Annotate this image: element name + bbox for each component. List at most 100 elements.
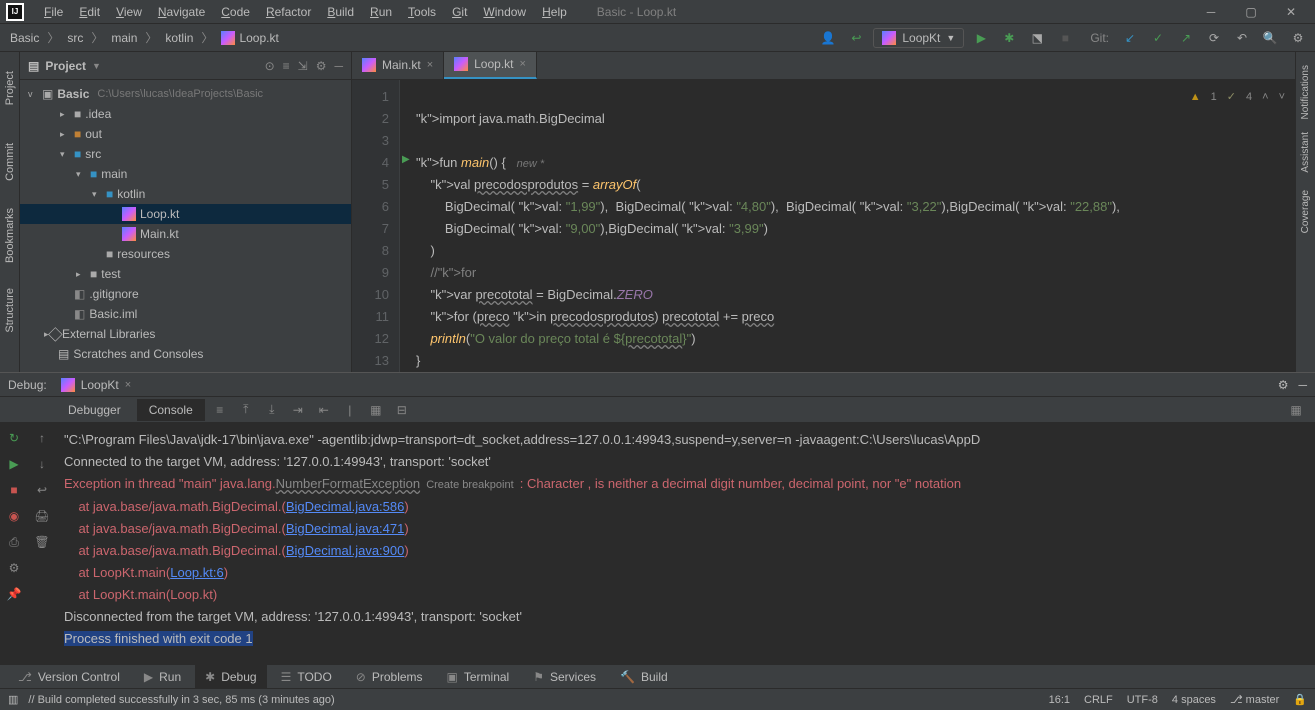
- resume-icon[interactable]: ▶: [5, 455, 23, 473]
- console-output[interactable]: "C:\Program Files\Java\jdk-17\bin\java.e…: [56, 423, 1315, 664]
- subtab-debugger[interactable]: Debugger: [56, 399, 133, 421]
- project-header[interactable]: ▤ Project ▼: [28, 59, 101, 73]
- back-icon[interactable]: ↩: [845, 27, 867, 49]
- tree-node[interactable]: ▸■out: [20, 124, 351, 144]
- collapse-all-icon[interactable]: ⇲: [298, 59, 308, 73]
- bb-todo[interactable]: ☰TODO: [271, 665, 342, 688]
- bb-terminal[interactable]: ▣Terminal: [437, 665, 520, 688]
- bb-version-control[interactable]: ⎇Version Control: [8, 665, 130, 688]
- gear-icon[interactable]: ⚙: [316, 59, 327, 73]
- menu-refactor[interactable]: Refactor: [258, 2, 319, 22]
- coverage-button[interactable]: ⬔: [1026, 27, 1048, 49]
- hide-icon[interactable]: ─: [334, 59, 343, 73]
- debug-button[interactable]: ✱: [998, 27, 1020, 49]
- maximize-button[interactable]: ▢: [1237, 2, 1265, 22]
- minimize-button[interactable]: ─: [1197, 2, 1225, 22]
- tool-bookmarks[interactable]: Bookmarks: [4, 206, 16, 266]
- crumb[interactable]: src: [63, 31, 87, 45]
- hide-icon[interactable]: ─: [1298, 378, 1307, 392]
- gear-icon[interactable]: ⚙: [1278, 378, 1289, 392]
- select-opened-icon[interactable]: ⊙: [265, 59, 275, 73]
- menu-run[interactable]: Run: [362, 2, 400, 22]
- settings-icon[interactable]: ⚙: [5, 559, 23, 577]
- menu-tools[interactable]: Tools: [400, 2, 444, 22]
- gutter[interactable]: 1234567891011121314: [352, 80, 400, 372]
- tree-node[interactable]: ▸■.idea: [20, 104, 351, 124]
- next-highlight-icon[interactable]: ˅: [1279, 86, 1285, 108]
- prev-highlight-icon[interactable]: ˄: [1262, 86, 1268, 108]
- search-icon[interactable]: 🔍: [1259, 27, 1281, 49]
- camera-icon[interactable]: ⎙: [5, 533, 23, 551]
- editor-body[interactable]: 1234567891011121314 ▶ ▲1 ✓4 ˄ ˅ "k">impo…: [352, 80, 1295, 372]
- encoding[interactable]: UTF-8: [1127, 694, 1158, 706]
- lock-icon[interactable]: 🔒: [1293, 693, 1307, 706]
- debug-toolbar-btn[interactable]: ⤒: [235, 399, 257, 421]
- run-button[interactable]: ▶: [970, 27, 992, 49]
- tool-coverage[interactable]: Coverage: [1300, 182, 1311, 242]
- up-icon[interactable]: ↑: [33, 429, 51, 447]
- menu-help[interactable]: Help: [534, 2, 575, 22]
- caret-position[interactable]: 16:1: [1049, 694, 1070, 706]
- subtab-console[interactable]: Console: [137, 399, 205, 421]
- tree-node[interactable]: Main.kt: [20, 224, 351, 244]
- line-separator[interactable]: CRLF: [1084, 694, 1113, 706]
- expand-all-icon[interactable]: ≡: [283, 59, 290, 73]
- wrap-icon[interactable]: ↩: [33, 481, 51, 499]
- tree-node[interactable]: ▾■main: [20, 164, 351, 184]
- project-tree[interactable]: v ▣ Basic C:\Users\lucas\IdeaProjects\Ba…: [20, 80, 351, 372]
- menu-build[interactable]: Build: [319, 2, 362, 22]
- menu-file[interactable]: File: [36, 2, 71, 22]
- git-rollback-icon[interactable]: ↶: [1231, 27, 1253, 49]
- close-button[interactable]: ✕: [1277, 2, 1305, 22]
- down-icon[interactable]: ↓: [33, 455, 51, 473]
- crumb[interactable]: kotlin: [161, 31, 197, 45]
- bb-debug[interactable]: ✱Debug: [195, 665, 266, 688]
- tool-notifications[interactable]: Notifications: [1300, 62, 1311, 122]
- menu-edit[interactable]: Edit: [71, 2, 108, 22]
- debug-toolbar-btn[interactable]: |: [339, 399, 361, 421]
- debug-toolbar-btn[interactable]: ⊟: [391, 399, 413, 421]
- git-push-icon[interactable]: ↗: [1175, 27, 1197, 49]
- stop-icon[interactable]: ■: [5, 481, 23, 499]
- breadcrumb[interactable]: Basic〉src〉main〉kotlin〉 Loop.kt: [6, 29, 283, 46]
- bb-build[interactable]: 🔨Build: [610, 665, 678, 688]
- menu-navigate[interactable]: Navigate: [150, 2, 213, 22]
- crumb[interactable]: Basic: [6, 31, 43, 45]
- tool-project[interactable]: Project: [4, 58, 16, 118]
- menu-git[interactable]: Git: [444, 2, 475, 22]
- close-icon[interactable]: ×: [427, 59, 433, 71]
- tree-node[interactable]: ◧.gitignore: [20, 284, 351, 304]
- git-history-icon[interactable]: ⟳: [1203, 27, 1225, 49]
- bb-run[interactable]: ▶Run: [134, 665, 191, 688]
- tool-windows-icon[interactable]: ▥: [8, 693, 18, 706]
- bb-problems[interactable]: ⊘Problems: [346, 665, 433, 688]
- tree-node[interactable]: Loop.kt: [20, 204, 351, 224]
- breakpoints-icon[interactable]: ◉: [5, 507, 23, 525]
- debug-toolbar-btn[interactable]: ⇥: [287, 399, 309, 421]
- close-icon[interactable]: ×: [125, 379, 131, 391]
- editor-tab[interactable]: Loop.kt×: [444, 52, 537, 79]
- code-content[interactable]: ▲1 ✓4 ˄ ˅ "k">import java.math.BigDecima…: [400, 80, 1295, 372]
- debug-toolbar-btn[interactable]: ⤓: [261, 399, 283, 421]
- crumb[interactable]: main: [107, 31, 141, 45]
- tree-root[interactable]: v ▣ Basic C:\Users\lucas\IdeaProjects\Ba…: [20, 84, 351, 104]
- debug-session-tab[interactable]: LoopKt ×: [51, 374, 141, 396]
- debug-toolbar-btn[interactable]: ▦: [365, 399, 387, 421]
- tree-node[interactable]: ▸■test: [20, 264, 351, 284]
- print-icon[interactable]: 🖨: [33, 507, 51, 525]
- add-user-icon[interactable]: 👤: [817, 27, 839, 49]
- menu-window[interactable]: Window: [475, 2, 534, 22]
- tool-assistant[interactable]: Assistant: [1300, 122, 1311, 182]
- indent[interactable]: 4 spaces: [1172, 694, 1216, 706]
- tool-structure[interactable]: Structure: [4, 280, 16, 340]
- git-branch[interactable]: ⎇ master: [1230, 693, 1279, 706]
- bb-services[interactable]: ⚑Services: [523, 665, 606, 688]
- crumb[interactable]: Loop.kt: [217, 31, 282, 45]
- stop-button[interactable]: ■: [1054, 27, 1076, 49]
- inspection-markers[interactable]: ▲1 ✓4 ˄ ˅: [1190, 86, 1285, 108]
- tree-node[interactable]: ▸⃟External Libraries: [20, 324, 351, 344]
- menu-view[interactable]: View: [108, 2, 150, 22]
- trash-icon[interactable]: 🗑: [33, 533, 51, 551]
- tree-node[interactable]: ▾■kotlin: [20, 184, 351, 204]
- git-commit-icon[interactable]: ✓: [1147, 27, 1169, 49]
